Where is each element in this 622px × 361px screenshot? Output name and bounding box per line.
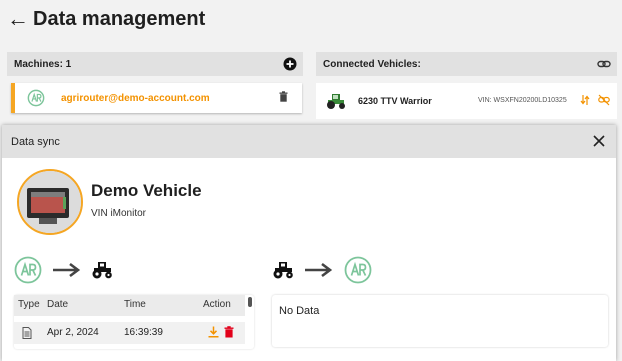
dialog-header: Data sync [2, 125, 616, 158]
dialog-title: Data sync [11, 135, 60, 148]
close-icon[interactable] [592, 134, 606, 148]
link-icon[interactable] [597, 57, 611, 71]
column-header-time: Time [124, 299, 146, 310]
tractor-icon [273, 262, 293, 279]
column-header-action: Action [203, 299, 231, 310]
sync-file-table: Type Date Time Action Apr 2, 2024 16:39:… [14, 295, 254, 349]
vehicle-vin: VIN: WSXFN20200LD10325 [478, 97, 567, 104]
machine-account-email[interactable]: agrirouter@demo-account.com [61, 93, 210, 104]
sync-direction-to-agrirouter [272, 256, 372, 284]
machines-panel-header: Machines: 1 [7, 52, 303, 76]
monitor-image [19, 171, 81, 233]
vehicle-title: Demo Vehicle [91, 181, 202, 200]
machine-list-item[interactable]: agrirouter@demo-account.com [11, 83, 302, 113]
trash-icon[interactable] [224, 326, 234, 338]
table-scrollbar[interactable] [248, 297, 252, 307]
tractor-icon [327, 94, 345, 109]
vehicle-name: 6230 TTV Warrior [358, 96, 432, 106]
vehicles-panel-header: Connected Vehicles: [316, 52, 617, 76]
trash-icon[interactable] [279, 91, 288, 102]
data-sync-dialog: Data sync Demo Vehicle VIN iMonitor Type… [2, 125, 616, 361]
tractor-icon [92, 262, 112, 279]
machines-count-label: Machines: 1 [14, 58, 72, 70]
unlink-icon[interactable] [598, 94, 610, 106]
sync-direction-to-vehicle [14, 256, 113, 284]
row-date: Apr 2, 2024 [47, 327, 99, 338]
page-title: Data management [33, 7, 206, 30]
agrirouter-data-panel: No Data [272, 295, 608, 347]
vehicles-header-label: Connected Vehicles: [323, 58, 421, 70]
no-data-label: No Data [279, 305, 320, 317]
arrow-right-icon [53, 262, 81, 278]
vehicle-avatar [17, 169, 83, 235]
sync-icon[interactable] [580, 94, 590, 106]
table-header: Type Date Time Action [14, 295, 245, 316]
agrirouter-icon [344, 256, 372, 284]
table-row[interactable]: Apr 2, 2024 16:39:39 [14, 322, 245, 344]
plus-circle-icon[interactable] [283, 57, 297, 71]
document-icon [22, 327, 32, 339]
download-icon[interactable] [208, 326, 219, 338]
row-time: 16:39:39 [124, 327, 163, 338]
vehicle-list-item[interactable]: 6230 TTV Warrior VIN: WSXFN20200LD10325 [316, 83, 617, 119]
page-header: ← Data management [0, 0, 622, 38]
agrirouter-icon [27, 89, 45, 107]
arrow-right-icon [305, 262, 333, 278]
vehicle-subtitle: VIN iMonitor [91, 208, 147, 219]
column-header-type: Type [18, 299, 40, 310]
agrirouter-icon [14, 256, 42, 284]
column-header-date: Date [47, 299, 69, 310]
arrow-left-icon[interactable]: ← [7, 8, 29, 30]
